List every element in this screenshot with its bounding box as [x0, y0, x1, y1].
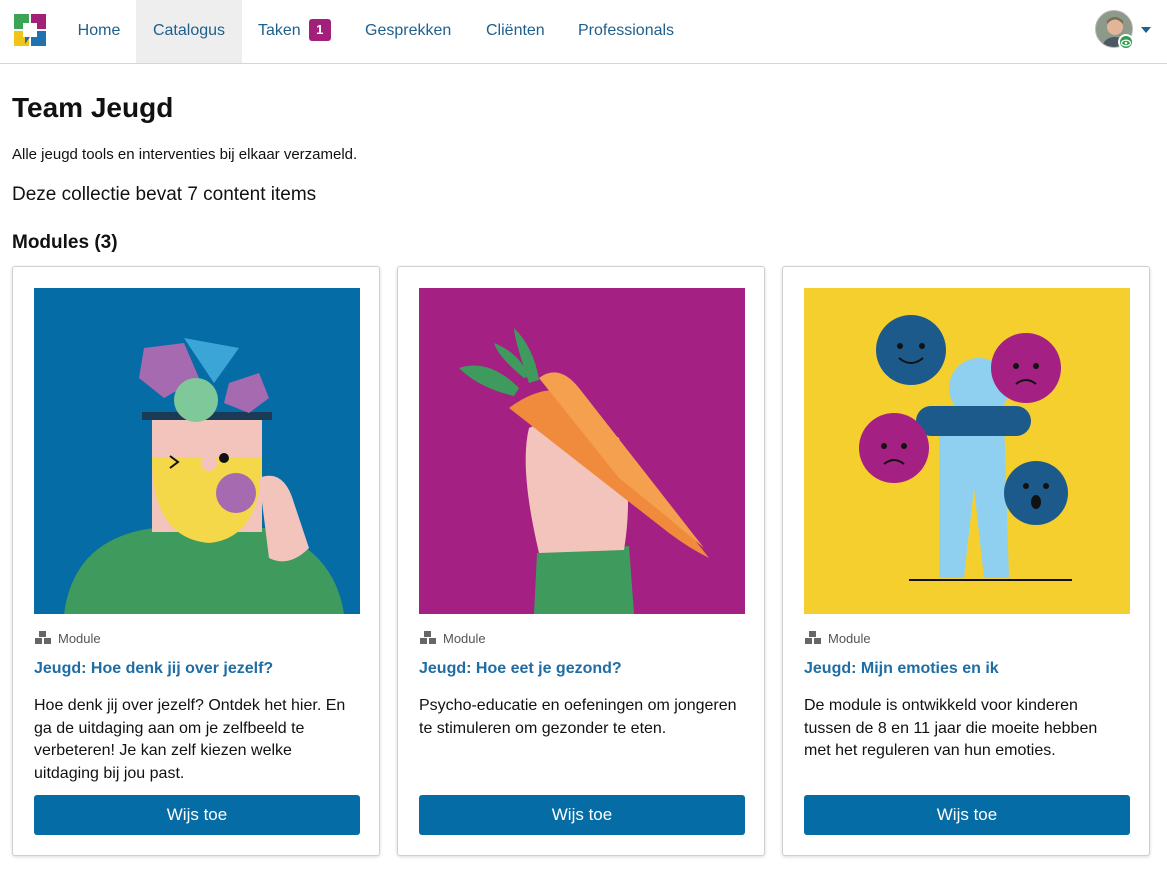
module-title-link[interactable]: Jeugd: Mijn emoties en ik [804, 660, 999, 678]
nav-home[interactable]: Home [62, 0, 136, 63]
nav-clienten[interactable]: Cliënten [486, 0, 545, 63]
cubes-icon [805, 631, 821, 644]
module-image[interactable] [34, 288, 360, 614]
nav-taken-label: Taken [258, 22, 301, 39]
module-title-link[interactable]: Jeugd: Hoe denk jij over jezelf? [34, 660, 273, 678]
app-logo[interactable] [14, 14, 46, 48]
module-title-link[interactable]: Jeugd: Hoe eet je gezond? [419, 660, 622, 678]
cubes-icon [420, 631, 436, 644]
assign-button[interactable]: Wijs toe [804, 795, 1130, 835]
module-card: Module Jeugd: Hoe denk jij over jezelf? … [12, 266, 380, 856]
page-title: Team Jeugd [12, 92, 174, 123]
module-card: Module Jeugd: Mijn emoties en ik De modu… [782, 266, 1150, 856]
content-type-label: Module [804, 631, 871, 646]
collection-count: Deze collectie bevat 7 content items [12, 184, 317, 205]
tasks-count-badge: 1 [308, 19, 331, 41]
assign-button[interactable]: Wijs toe [419, 795, 745, 835]
nav-professionals[interactable]: Professionals [578, 0, 674, 63]
page-description: Alle jeugd tools en interventies bij elk… [12, 146, 358, 163]
eye-icon [1118, 34, 1134, 50]
module-image[interactable] [419, 288, 745, 614]
content-type-text: Module [828, 631, 871, 646]
module-card: Module Jeugd: Hoe eet je gezond? Psycho-… [397, 266, 765, 856]
cubes-icon [35, 631, 51, 644]
module-image[interactable] [804, 288, 1130, 614]
module-description: Hoe denk jij over jezelf? Ontdek het hie… [34, 697, 346, 782]
section-title-modules: Modules (3) [12, 232, 118, 253]
content-type-text: Module [443, 631, 486, 646]
nav-taken[interactable]: Taken 1 [258, 0, 331, 63]
assign-button[interactable]: Wijs toe [34, 795, 360, 835]
content-type-label: Module [34, 631, 101, 646]
nav-catalogus[interactable]: Catalogus [136, 0, 242, 63]
nav-gesprekken[interactable]: Gesprekken [365, 0, 451, 63]
content-type-label: Module [419, 631, 486, 646]
content-type-text: Module [58, 631, 101, 646]
module-description: Psycho-educatie en oefeningen om jongere… [419, 697, 737, 737]
chevron-down-icon[interactable] [1141, 27, 1151, 33]
module-description: De module is ontwikkeld voor kinderen tu… [804, 697, 1098, 759]
top-navbar: Home Catalogus Taken 1 Gesprekken Cliënte… [0, 0, 1167, 64]
